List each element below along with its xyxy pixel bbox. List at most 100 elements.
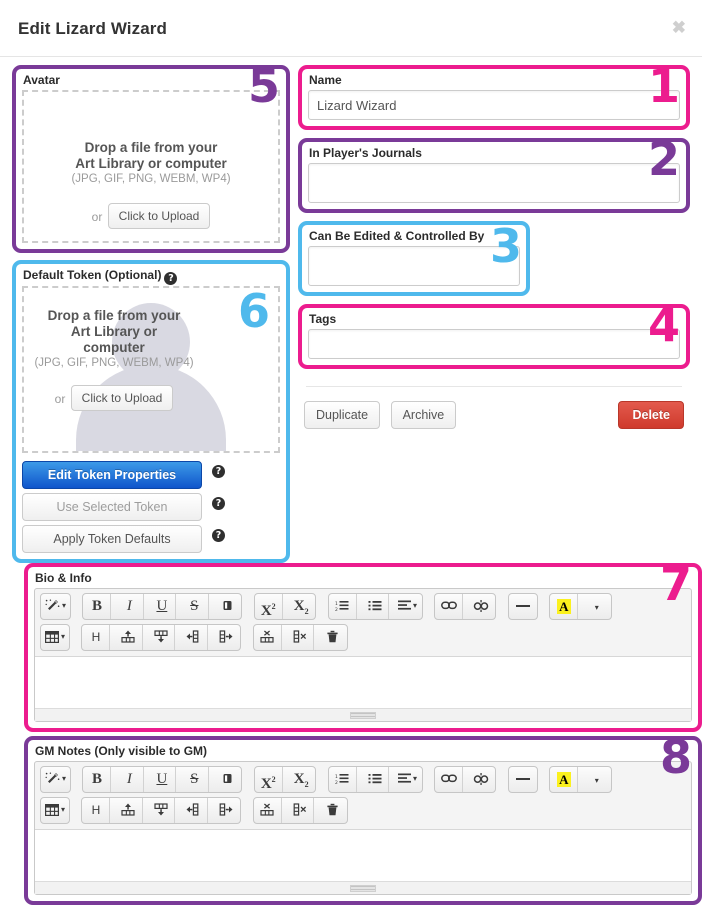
- gm-notes-editor: ▾ B I U S X2 X2 1 2 ▾ A ▾ ▾ H: [34, 761, 692, 895]
- close-icon[interactable]: ✖: [672, 19, 686, 36]
- strikethrough-icon[interactable]: S: [181, 767, 209, 792]
- bio-info-editor: ▾ B I U S X2 X2 1 2 ▾ A ▾ ▾ H: [34, 588, 692, 722]
- delete-table-icon[interactable]: [319, 625, 347, 650]
- gm-toolbar-row-2: ▾ H: [35, 793, 691, 829]
- italic-icon[interactable]: I: [116, 767, 144, 792]
- text-color-icon[interactable]: A: [550, 594, 579, 619]
- insert-row-above-icon[interactable]: [115, 798, 143, 823]
- help-icon-edit-token-properties[interactable]: ?: [212, 465, 225, 478]
- actions-divider: [306, 386, 682, 387]
- insert-table-icon[interactable]: ▾: [41, 798, 69, 823]
- avatar-or-label: or: [91, 210, 103, 224]
- eraser-icon[interactable]: [213, 594, 241, 619]
- journals-input[interactable]: [308, 163, 680, 203]
- superscript-icon[interactable]: X2: [255, 594, 283, 619]
- left-column: 5 Avatar Drop a file from your Art Libra…: [12, 63, 290, 563]
- insert-column-right-icon[interactable]: [212, 625, 240, 650]
- bio-info-textarea[interactable]: [35, 656, 691, 708]
- name-label: Name: [309, 73, 342, 87]
- use-selected-token-button[interactable]: Use Selected Token: [22, 493, 202, 521]
- resize-handle-icon[interactable]: [350, 885, 376, 892]
- ordered-list-icon[interactable]: 12: [329, 594, 357, 619]
- edit-token-properties-button[interactable]: Edit Token Properties: [22, 461, 202, 489]
- edit-character-dialog: Edit Lizard Wizard ✖ 5 Avatar Drop a fil…: [0, 0, 702, 924]
- archive-button[interactable]: Archive: [390, 401, 457, 429]
- controlled-by-label: Can Be Edited & Controlled By: [309, 229, 485, 243]
- link-icon[interactable]: [435, 594, 463, 619]
- text-color-dropdown-icon[interactable]: ▾: [583, 767, 611, 792]
- action-bar: Duplicate Archive Delete: [298, 401, 690, 431]
- avatar-drop-line1: Drop a file from your: [84, 140, 218, 155]
- underline-icon[interactable]: U: [148, 767, 177, 792]
- resize-handle-icon[interactable]: [350, 712, 376, 719]
- italic-icon[interactable]: I: [116, 594, 144, 619]
- default-token-section: 6 Default Token (Optional)? Drop a file …: [12, 260, 290, 563]
- unlink-icon[interactable]: [467, 594, 495, 619]
- help-icon-use-selected-token[interactable]: ?: [212, 497, 225, 510]
- align-icon[interactable]: ▾: [394, 594, 422, 619]
- link-icon[interactable]: [435, 767, 463, 792]
- bold-icon[interactable]: B: [83, 594, 112, 619]
- use-selected-token-row: Use Selected Token ?: [22, 493, 280, 521]
- gm-notes-resize-footer: [35, 881, 691, 894]
- bio-info-label: Bio & Info: [35, 571, 92, 585]
- tags-input[interactable]: [308, 329, 680, 359]
- delete-row-icon[interactable]: [254, 625, 282, 650]
- avatar-drop-line2: Art Library or computer: [75, 156, 227, 171]
- table-header-icon[interactable]: H: [82, 798, 111, 823]
- avatar-label: Avatar: [23, 73, 60, 87]
- avatar-upload-button[interactable]: Click to Upload: [107, 203, 211, 229]
- insert-row-below-icon[interactable]: [147, 798, 176, 823]
- subscript-icon[interactable]: X2: [287, 594, 315, 619]
- eraser-icon[interactable]: [213, 767, 241, 792]
- bold-icon[interactable]: B: [83, 767, 112, 792]
- text-color-icon[interactable]: A: [550, 767, 579, 792]
- table-header-icon[interactable]: H: [82, 625, 111, 650]
- delete-table-icon[interactable]: [319, 798, 347, 823]
- avatar-formats: (JPG, GIF, PNG, WEBM, WP4): [71, 173, 231, 185]
- insert-column-right-icon[interactable]: [212, 798, 240, 823]
- edit-token-properties-row: Edit Token Properties ?: [22, 461, 280, 489]
- name-input[interactable]: [308, 90, 680, 120]
- insert-row-below-icon[interactable]: [147, 625, 176, 650]
- token-drop-line2: Art Library or: [70, 324, 158, 339]
- help-icon-token[interactable]: ?: [164, 272, 178, 285]
- insert-row-above-icon[interactable]: [115, 625, 143, 650]
- magic-wand-icon[interactable]: ▾: [41, 594, 70, 619]
- text-color-dropdown-icon[interactable]: ▾: [583, 594, 611, 619]
- dialog-header: Edit Lizard Wizard ✖: [0, 0, 702, 57]
- token-drop-line3: computer: [83, 340, 145, 355]
- svg-text:2: 2: [335, 607, 338, 612]
- unlink-icon[interactable]: [467, 767, 495, 792]
- strikethrough-icon[interactable]: S: [181, 594, 209, 619]
- horizontal-rule-icon[interactable]: [509, 594, 537, 619]
- apply-token-defaults-button[interactable]: Apply Token Defaults: [22, 525, 202, 553]
- align-icon[interactable]: ▾: [394, 767, 422, 792]
- insert-table-icon[interactable]: ▾: [41, 625, 69, 650]
- controlled-by-input[interactable]: [308, 246, 520, 286]
- subscript-icon[interactable]: X2: [287, 767, 315, 792]
- duplicate-button[interactable]: Duplicate: [304, 401, 381, 429]
- horizontal-rule-icon[interactable]: [509, 767, 537, 792]
- token-dropzone[interactable]: Drop a file from your Art Library or com…: [22, 286, 280, 453]
- name-field-group: 1 Name: [298, 63, 690, 130]
- ordered-list-icon[interactable]: 12: [329, 767, 357, 792]
- insert-column-left-icon[interactable]: [180, 625, 208, 650]
- journals-label: In Player's Journals: [309, 146, 422, 160]
- underline-icon[interactable]: U: [148, 594, 177, 619]
- delete-column-icon[interactable]: [286, 625, 315, 650]
- gm-notes-textarea[interactable]: [35, 829, 691, 881]
- delete-column-icon[interactable]: [286, 798, 315, 823]
- insert-column-left-icon[interactable]: [180, 798, 208, 823]
- superscript-icon[interactable]: X2: [255, 767, 283, 792]
- token-upload-button[interactable]: Click to Upload: [70, 385, 174, 411]
- delete-row-icon[interactable]: [254, 798, 282, 823]
- tags-field-group: 4 Tags: [298, 302, 690, 369]
- help-icon-apply-token-defaults[interactable]: ?: [212, 529, 225, 542]
- svg-text:2: 2: [335, 780, 338, 785]
- unordered-list-icon[interactable]: [361, 767, 390, 792]
- avatar-dropzone[interactable]: Drop a file from your Art Library or com…: [22, 90, 280, 243]
- delete-button[interactable]: Delete: [618, 401, 684, 429]
- magic-wand-icon[interactable]: ▾: [41, 767, 70, 792]
- unordered-list-icon[interactable]: [361, 594, 390, 619]
